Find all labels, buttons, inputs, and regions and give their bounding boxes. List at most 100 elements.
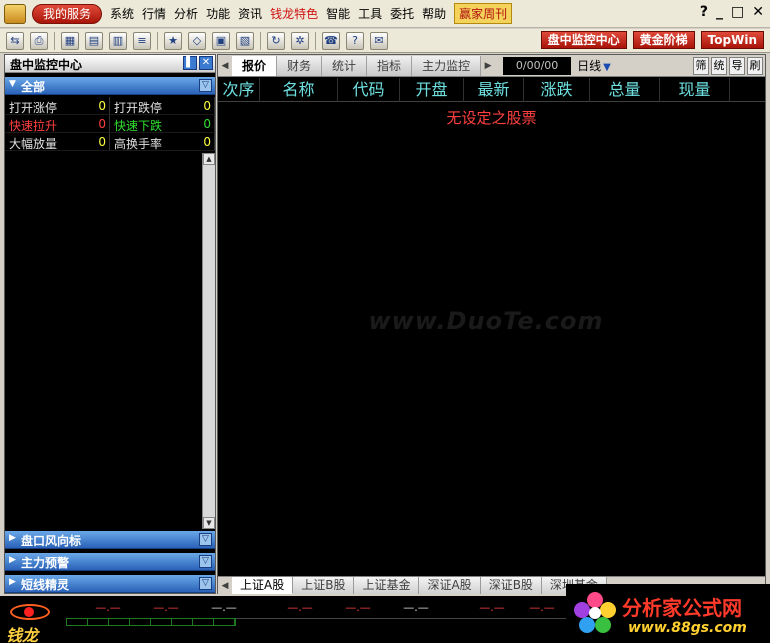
breadth-cell bbox=[172, 619, 193, 625]
breadth-cell bbox=[109, 619, 130, 625]
tab-finance[interactable]: 财务 bbox=[277, 55, 323, 76]
tag-icon[interactable]: ◇ bbox=[188, 31, 206, 50]
filter-icon[interactable]: ▽ bbox=[199, 533, 212, 546]
export-button[interactable]: 导 bbox=[729, 56, 745, 75]
help-icon[interactable]: ? bbox=[700, 4, 708, 20]
filter-icon[interactable]: ▽ bbox=[199, 577, 212, 590]
menu-functions[interactable]: 功能 bbox=[206, 5, 230, 22]
quote-board-icon[interactable]: ▦ bbox=[61, 31, 79, 50]
menu-qianlong-features[interactable]: 钱龙特色 bbox=[270, 5, 318, 22]
tab-sh-fund[interactable]: 上证基金 bbox=[354, 577, 420, 594]
print-icon[interactable]: ⎙ bbox=[30, 31, 48, 50]
group-main-force-alert[interactable]: ▶ 主力预警 ▽ bbox=[5, 553, 215, 571]
left-scrollbar[interactable]: ▲ ▼ bbox=[202, 153, 215, 529]
menu-winner-weekly[interactable]: 赢家周刊 bbox=[454, 3, 513, 24]
col-total-volume[interactable]: 总量 bbox=[590, 78, 660, 102]
signal-count: 0 bbox=[203, 99, 211, 113]
topwin-button[interactable]: TopWin bbox=[700, 31, 764, 49]
scroll-down-icon[interactable]: ▼ bbox=[203, 517, 215, 529]
signal-open-limit-down[interactable]: 打开跌停 0 bbox=[110, 97, 215, 115]
group-label: 短线精灵 bbox=[21, 578, 70, 592]
tab-next-icon[interactable]: ▶ bbox=[481, 57, 495, 75]
refresh-button[interactable]: 刷 bbox=[747, 56, 763, 75]
index-value: —.— bbox=[529, 601, 555, 614]
menu-quotes[interactable]: 行情 bbox=[142, 5, 166, 22]
index-value: —.— bbox=[345, 601, 371, 614]
group-orderbook-vane[interactable]: ▶ 盘口风向标 ▽ bbox=[5, 531, 215, 549]
col-current-volume[interactable]: 现量 bbox=[660, 78, 730, 102]
tab-prev-icon[interactable]: ◀ bbox=[218, 57, 232, 75]
my-service-button[interactable]: 我的服务 bbox=[32, 3, 103, 24]
breadth-cell bbox=[88, 619, 109, 625]
monitor-center-button[interactable]: 盘中监控中心 bbox=[540, 31, 627, 49]
signal-label: 快速拉升 bbox=[9, 119, 58, 133]
filter-button[interactable]: 筛 bbox=[693, 56, 709, 75]
list-icon[interactable]: ≡ bbox=[133, 31, 151, 50]
col-change[interactable]: 涨跌 bbox=[524, 78, 590, 102]
collapse-arrow-icon: ▶ bbox=[9, 577, 16, 587]
connect-icon[interactable]: ⇆ bbox=[6, 31, 24, 50]
col-latest[interactable]: 最新 bbox=[464, 78, 524, 102]
col-open[interactable]: 开盘 bbox=[400, 78, 464, 102]
group-all[interactable]: ▼ 全部 ▽ bbox=[5, 77, 215, 95]
tab-sz-a[interactable]: 深证A股 bbox=[419, 577, 481, 594]
menu-help[interactable]: 帮助 bbox=[422, 5, 446, 22]
picture-icon[interactable]: ▣ bbox=[212, 31, 230, 50]
signal-volume-surge[interactable]: 大幅放量 0 bbox=[5, 133, 110, 151]
column-headers: 次序 名称 代码 开盘 最新 涨跌 总量 现量 bbox=[218, 78, 765, 102]
tab-sh-b[interactable]: 上证B股 bbox=[293, 577, 355, 594]
quote-panel: ◀ 报价 财务 统计 指标 主力监控 ▶ 0/00/00 日线 ▼ 筛 统 导 刷… bbox=[217, 54, 766, 594]
tab-quote[interactable]: 报价 bbox=[232, 55, 278, 76]
tab-main-force-monitor[interactable]: 主力监控 bbox=[412, 55, 482, 76]
tab-sh-a[interactable]: 上证A股 bbox=[232, 577, 294, 594]
report-icon[interactable]: ▧ bbox=[236, 31, 254, 50]
maximize-icon[interactable]: □ bbox=[731, 4, 744, 20]
filter-icon[interactable]: ▽ bbox=[199, 555, 212, 568]
menu-trade[interactable]: 委托 bbox=[390, 5, 414, 22]
signal-label: 快速下跌 bbox=[114, 119, 163, 133]
stats-button[interactable]: 统 bbox=[711, 56, 727, 75]
signal-label: 大幅放量 bbox=[9, 137, 58, 151]
golden-ladder-button[interactable]: 黄金阶梯 bbox=[632, 31, 695, 49]
signal-fast-drop[interactable]: 快速下跌 0 bbox=[110, 115, 215, 133]
brand-title: 分析家公式网 bbox=[622, 596, 742, 620]
market-tab-prev-icon[interactable]: ◀ bbox=[218, 577, 232, 595]
menu-system[interactable]: 系统 bbox=[110, 5, 134, 22]
scroll-up-icon[interactable]: ▲ bbox=[203, 153, 215, 165]
signal-open-limit-up[interactable]: 打开涨停 0 bbox=[5, 97, 110, 115]
tab-sz-b[interactable]: 深证B股 bbox=[480, 577, 542, 594]
panel-close-icon[interactable]: ✕ bbox=[199, 56, 213, 70]
table-icon[interactable]: ▤ bbox=[85, 31, 103, 50]
chat-icon[interactable]: ✉ bbox=[370, 31, 388, 50]
signal-count: 0 bbox=[98, 135, 106, 149]
group-short-line-wizard[interactable]: ▶ 短线精灵 ▽ bbox=[5, 575, 215, 593]
close-icon[interactable]: ✕ bbox=[752, 4, 764, 20]
help-book-icon[interactable]: ? bbox=[346, 31, 364, 50]
col-code[interactable]: 代码 bbox=[338, 78, 400, 102]
menu-tools[interactable]: 工具 bbox=[358, 5, 382, 22]
menu-smart[interactable]: 智能 bbox=[326, 5, 350, 22]
index-value: —.— bbox=[95, 601, 121, 614]
settings-icon[interactable]: ✲ bbox=[291, 31, 309, 50]
panel-title-buttons: ▌ ✕ bbox=[183, 56, 213, 70]
signal-fast-rise[interactable]: 快速拉升 0 bbox=[5, 115, 110, 133]
menu-info[interactable]: 资讯 bbox=[238, 5, 262, 22]
group-label: 主力预警 bbox=[21, 556, 70, 570]
panel-dock-icon[interactable]: ▌ bbox=[183, 56, 197, 70]
tab-indicator[interactable]: 指标 bbox=[367, 55, 413, 76]
star-icon[interactable]: ★ bbox=[164, 31, 182, 50]
filter-icon[interactable]: ▽ bbox=[199, 79, 212, 92]
refresh-icon[interactable]: ↻ bbox=[267, 31, 285, 50]
col-order[interactable]: 次序 bbox=[218, 78, 260, 102]
phone-icon[interactable]: ☎ bbox=[322, 31, 340, 50]
tab-statistics[interactable]: 统计 bbox=[322, 55, 368, 76]
signal-high-turnover[interactable]: 高换手率 0 bbox=[110, 133, 215, 151]
chart-icon[interactable]: ▥ bbox=[109, 31, 127, 50]
period-select[interactable]: 日线 ▼ bbox=[577, 57, 611, 74]
signal-label: 打开跌停 bbox=[114, 101, 163, 115]
monitor-panel: 盘中监控中心 ▌ ✕ ▼ 全部 ▽ 打开涨停 0 打开跌停 0 快速拉升 0 快… bbox=[4, 54, 216, 594]
menu-analysis[interactable]: 分析 bbox=[174, 5, 198, 22]
index-value: —.— bbox=[479, 601, 505, 614]
minimize-icon[interactable]: _ bbox=[716, 4, 723, 20]
col-name[interactable]: 名称 bbox=[260, 78, 338, 102]
